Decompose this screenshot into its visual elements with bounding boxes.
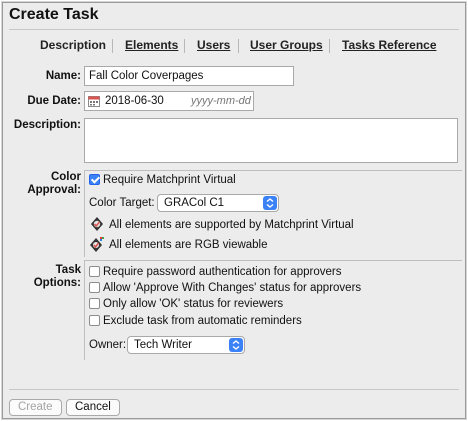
description-textarea[interactable] xyxy=(84,118,458,163)
color-target-label: Color Target: xyxy=(89,197,155,209)
cancel-button[interactable]: Cancel xyxy=(66,399,120,416)
description-label: Description: xyxy=(13,119,81,131)
chevron-updown-icon xyxy=(229,338,243,352)
tab-separator xyxy=(329,39,330,53)
task-options-label-line2: Options: xyxy=(33,277,81,289)
tab-tasks-reference[interactable]: Tasks Reference xyxy=(342,38,437,52)
task-options-label-line1: Task xyxy=(55,264,81,276)
matchprint-status-icon xyxy=(91,217,103,231)
matchprint-supported-text: All elements are supported by Matchprint… xyxy=(109,219,354,231)
tab-bar: Description Elements Users User Groups T… xyxy=(3,38,465,56)
option-approve-with-changes-row[interactable]: Allow 'Approve With Changes' status for … xyxy=(89,282,361,296)
due-date-value: 2018-06-30 xyxy=(105,95,164,107)
require-matchprint-label: Require Matchprint Virtual xyxy=(103,174,236,186)
tab-user-groups[interactable]: User Groups xyxy=(250,38,323,52)
calendar-icon[interactable] xyxy=(88,95,100,107)
option-require-password-row[interactable]: Require password authentication for appr… xyxy=(89,266,341,280)
tab-description[interactable]: Description xyxy=(40,38,106,52)
color-approval-label-line1: Color xyxy=(50,171,81,183)
color-approval-group: Require Matchprint Virtual Color Target:… xyxy=(84,170,462,257)
option-exclude-reminders-label: Exclude task from automatic reminders xyxy=(103,315,302,327)
tab-separator xyxy=(112,39,113,53)
create-button[interactable]: Create xyxy=(9,399,62,416)
option-require-password-label: Require password authentication for appr… xyxy=(103,266,342,278)
tab-elements[interactable]: Elements xyxy=(125,38,178,52)
option-exclude-reminders-row[interactable]: Exclude task from automatic reminders xyxy=(89,315,302,329)
name-label: Name: xyxy=(45,70,81,82)
owner-select[interactable]: Tech Writer xyxy=(127,336,245,354)
task-options-group: Require password authentication for appr… xyxy=(84,260,462,360)
footer-divider xyxy=(9,389,459,390)
rgb-viewable-text: All elements are RGB viewable xyxy=(109,239,268,251)
owner-label: Owner: xyxy=(89,339,127,351)
option-approve-with-changes-checkbox[interactable] xyxy=(89,282,100,293)
chevron-updown-icon xyxy=(263,196,277,210)
name-input[interactable]: Fall Color Coverpages xyxy=(84,66,294,86)
option-exclude-reminders-checkbox[interactable] xyxy=(89,315,100,326)
dialog-title: Create Task xyxy=(9,6,99,23)
create-task-dialog: Create Task Description Elements Users U… xyxy=(2,2,466,419)
option-approve-with-changes-label: Allow 'Approve With Changes' status for … xyxy=(103,282,362,294)
rgb-status-icon xyxy=(90,237,104,252)
color-approval-label-line2: Approval: xyxy=(27,184,81,196)
color-target-value: GRACol C1 xyxy=(164,197,225,209)
owner-value: Tech Writer xyxy=(134,339,192,351)
require-matchprint-checkbox-row[interactable]: Require Matchprint Virtual xyxy=(89,174,236,188)
due-date-label: Due Date: xyxy=(27,95,81,107)
title-divider xyxy=(9,29,459,30)
option-only-ok-checkbox[interactable] xyxy=(89,298,100,309)
tab-separator xyxy=(238,39,239,53)
require-matchprint-checkbox[interactable] xyxy=(89,174,100,185)
option-only-ok-row[interactable]: Only allow 'OK' status for reviewers xyxy=(89,298,283,312)
option-require-password-checkbox[interactable] xyxy=(89,266,100,277)
due-date-field[interactable]: 2018-06-30 yyyy-mm-dd xyxy=(84,91,254,111)
tab-users[interactable]: Users xyxy=(197,38,230,52)
color-target-select[interactable]: GRACol C1 xyxy=(157,194,279,212)
tab-separator xyxy=(184,39,185,53)
due-date-format-hint: yyyy-mm-dd xyxy=(191,95,251,107)
option-only-ok-label: Only allow 'OK' status for reviewers xyxy=(103,298,284,310)
